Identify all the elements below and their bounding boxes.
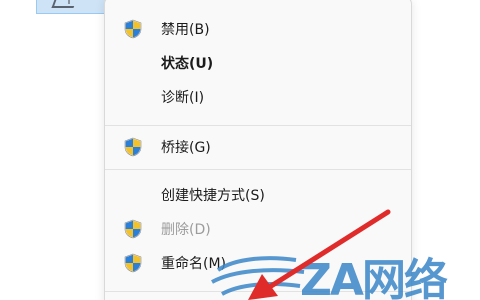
watermark-text: ZA网络 (300, 255, 448, 300)
menu-item-disable[interactable]: 禁用(B) (109, 13, 407, 43)
menu-item-diagnose[interactable]: 诊断(I) (109, 81, 407, 111)
menu-item-label: 禁用(B) (161, 22, 210, 38)
uac-shield-icon (124, 253, 142, 273)
menu-item-label: 创建快捷方式(S) (161, 188, 265, 204)
menu-separator (105, 169, 411, 170)
menu-item-status[interactable]: 状态(U) (109, 47, 407, 77)
menu-item-bridge[interactable]: 桥接(G) (109, 131, 407, 161)
menu-item-label: 状态(U) (161, 56, 214, 72)
menu-item-label: 删除(D) (161, 222, 211, 238)
menu-item-label: 桥接(G) (161, 140, 211, 156)
za-network-watermark: ZA网络 (210, 232, 480, 300)
uac-shield-icon (124, 219, 142, 239)
menu-item-create-shortcut[interactable]: 创建快捷方式(S) (109, 179, 407, 209)
uac-shield-icon (124, 19, 142, 39)
menu-item-label: 诊断(I) (161, 90, 205, 106)
desktop-stage: 禁用(B) 状态(U) 诊断(I) 桥接(G) 创建快捷方式(S) 删除(D) … (0, 0, 480, 300)
menu-separator (105, 125, 411, 126)
network-adapter-desktop-icon[interactable] (36, 0, 106, 14)
uac-shield-icon (124, 137, 142, 157)
za-logo-icon (211, 256, 305, 296)
